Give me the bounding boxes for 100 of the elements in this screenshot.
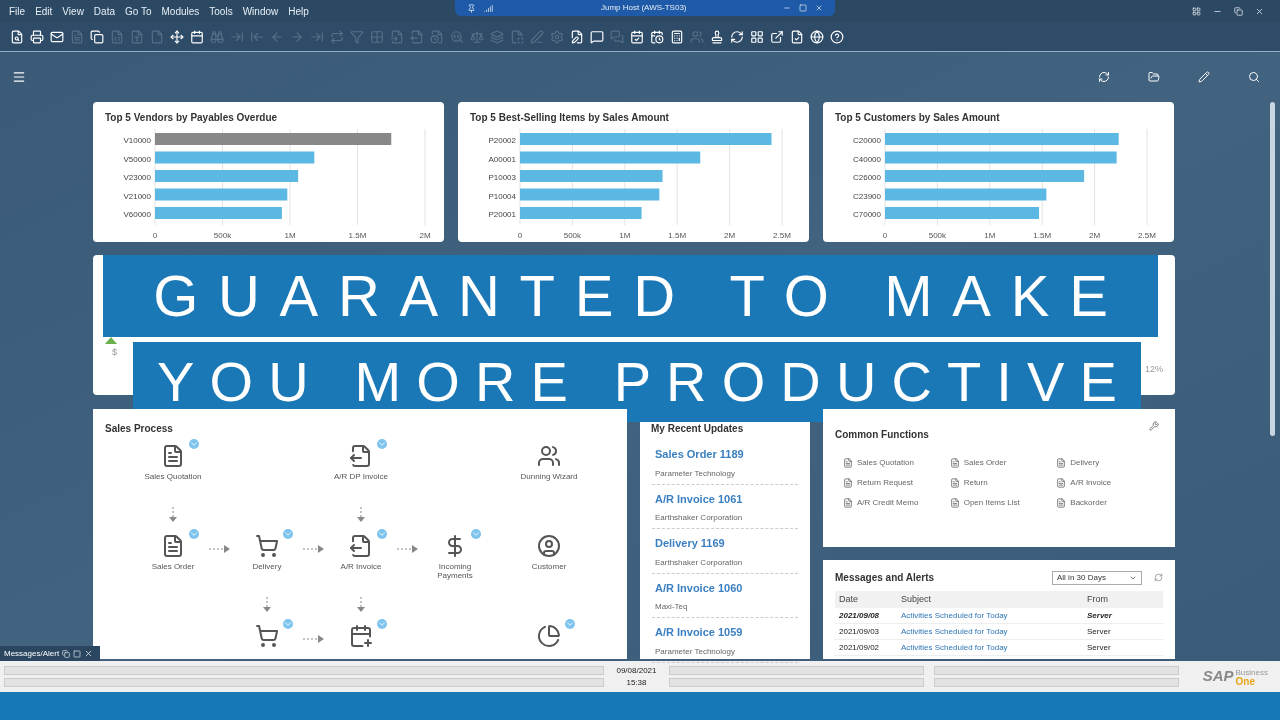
menu-item[interactable]: View xyxy=(57,3,89,19)
axis-tick-label: 2M xyxy=(419,231,431,240)
close-icon[interactable] xyxy=(84,649,94,658)
dropdown-badge-icon[interactable] xyxy=(189,439,199,449)
calendar-plus-icon[interactable] xyxy=(349,624,373,648)
update-link[interactable]: A/R Invoice 1060 xyxy=(655,579,798,596)
dropdown-badge-icon[interactable] xyxy=(283,619,293,629)
bar[interactable] xyxy=(520,207,642,219)
bar[interactable] xyxy=(885,170,1085,182)
dropdown-badge-icon[interactable] xyxy=(471,529,481,539)
dropdown-badge-icon[interactable] xyxy=(565,619,575,629)
bar[interactable] xyxy=(520,188,660,201)
scale-icon xyxy=(470,29,484,44)
bar[interactable] xyxy=(885,207,1040,219)
function-link[interactable]: Open Items List xyxy=(949,497,1057,509)
function-link[interactable]: Backorder xyxy=(1056,497,1163,509)
bar[interactable] xyxy=(155,207,282,219)
bar[interactable] xyxy=(155,188,288,201)
bar[interactable] xyxy=(155,170,299,182)
menu-icon[interactable] xyxy=(12,70,26,84)
function-link[interactable]: Sales Order xyxy=(949,457,1057,469)
node-label: Sales Order xyxy=(150,562,196,571)
edit-icon[interactable] xyxy=(1198,71,1210,83)
dropdown-badge-icon[interactable] xyxy=(377,619,387,629)
column-header: Date xyxy=(838,592,859,606)
menu-item[interactable]: Data xyxy=(88,3,120,19)
logo-brand: SAP xyxy=(1202,666,1234,687)
filter-dropdown[interactable]: All in 30 Days xyxy=(1052,570,1142,585)
search-icon[interactable] xyxy=(1248,71,1260,83)
menu-item[interactable]: Tools xyxy=(204,3,238,19)
axis-tick-label: 2.5M xyxy=(1138,231,1156,240)
layout-icon[interactable] xyxy=(1192,6,1201,16)
update-subtitle: Earthshaker Corporation xyxy=(655,556,744,569)
document-icon xyxy=(150,29,164,44)
chart-title: Top 5 Customers by Sales Amount xyxy=(835,111,1001,125)
cart-icon[interactable] xyxy=(255,624,279,648)
dropdown-badge-icon[interactable] xyxy=(189,529,199,539)
function-link[interactable]: Return Request xyxy=(843,477,950,489)
restore-icon[interactable] xyxy=(1234,6,1243,16)
layers-icon xyxy=(490,29,504,44)
function-link[interactable]: A/R Invoice xyxy=(1056,477,1163,489)
bar[interactable] xyxy=(885,151,1117,164)
column-header: Subject xyxy=(901,592,933,606)
spreadsheet-icon xyxy=(110,29,124,44)
bar[interactable] xyxy=(520,170,663,182)
function-link[interactable]: Return xyxy=(949,477,1057,489)
cart-icon[interactable] xyxy=(255,534,279,558)
category-label: A00001 xyxy=(488,154,516,164)
function-link[interactable]: Delivery xyxy=(1056,457,1163,469)
date-cell-text: 2021/09/03 xyxy=(838,625,881,638)
menu-item[interactable]: Modules xyxy=(156,3,205,19)
maximize-icon[interactable] xyxy=(73,649,82,658)
menu-item[interactable]: Edit xyxy=(30,3,58,19)
document-icon xyxy=(130,29,144,44)
category-label: P10004 xyxy=(488,191,516,201)
document-icon xyxy=(843,458,853,468)
mini-window-title[interactable]: Messages/Alert xyxy=(4,647,60,660)
bar[interactable] xyxy=(885,188,1047,201)
menu-item[interactable]: File xyxy=(4,3,31,19)
bar[interactable] xyxy=(885,133,1119,145)
function-link[interactable]: A/R Credit Memo xyxy=(843,497,950,509)
update-subtitle: Earthshaker Corporation xyxy=(655,512,744,524)
update-link[interactable]: A/R Invoice 1061 xyxy=(655,490,798,507)
document-icon xyxy=(949,478,960,488)
document-icon[interactable] xyxy=(161,534,185,558)
status-date: 09/08/2021 xyxy=(616,664,657,677)
subject-link[interactable]: Activities Scheduled for Today xyxy=(901,641,1087,654)
pin-icon[interactable] xyxy=(467,3,476,13)
refresh-icon[interactable] xyxy=(1098,71,1110,83)
dropdown-badge-icon[interactable] xyxy=(377,529,387,539)
axis-tick-label: 0 xyxy=(152,231,158,240)
arrow-icon xyxy=(397,544,419,554)
dropdown-badge-icon[interactable] xyxy=(283,529,293,539)
close-icon[interactable] xyxy=(815,4,823,12)
pie-chart-icon[interactable] xyxy=(537,624,561,648)
bar[interactable] xyxy=(155,151,315,164)
menu-item[interactable]: Help xyxy=(283,3,314,19)
function-link[interactable]: Sales Quotation xyxy=(843,457,950,469)
bar[interactable] xyxy=(155,133,392,145)
folder-icon[interactable] xyxy=(1148,71,1160,83)
category-label: V60000 xyxy=(123,210,151,219)
restore-icon[interactable] xyxy=(799,4,807,12)
category-label: P20001 xyxy=(488,210,516,219)
update-link[interactable]: Delivery 1169 xyxy=(655,535,798,552)
update-link[interactable]: Sales Order 1189 xyxy=(655,446,798,463)
restore-icon[interactable] xyxy=(62,649,71,658)
subject-link[interactable]: Activities Scheduled for Today xyxy=(901,609,1087,622)
wrench-icon[interactable] xyxy=(1149,421,1159,431)
subject-link[interactable]: Activities Scheduled for Today xyxy=(901,625,1087,638)
refresh-icon xyxy=(730,29,744,44)
menu-item[interactable]: Window xyxy=(237,3,284,19)
close-icon[interactable] xyxy=(1255,6,1264,16)
document-check-icon xyxy=(790,29,804,44)
bar[interactable] xyxy=(520,133,772,145)
dropdown-badge-icon[interactable] xyxy=(377,439,387,449)
document-icon[interactable] xyxy=(161,444,185,468)
bar[interactable] xyxy=(520,151,701,164)
update-link[interactable]: A/R Invoice 1059 xyxy=(655,624,798,641)
menu-item[interactable]: Go To xyxy=(120,3,157,19)
person-icon[interactable] xyxy=(537,534,561,558)
